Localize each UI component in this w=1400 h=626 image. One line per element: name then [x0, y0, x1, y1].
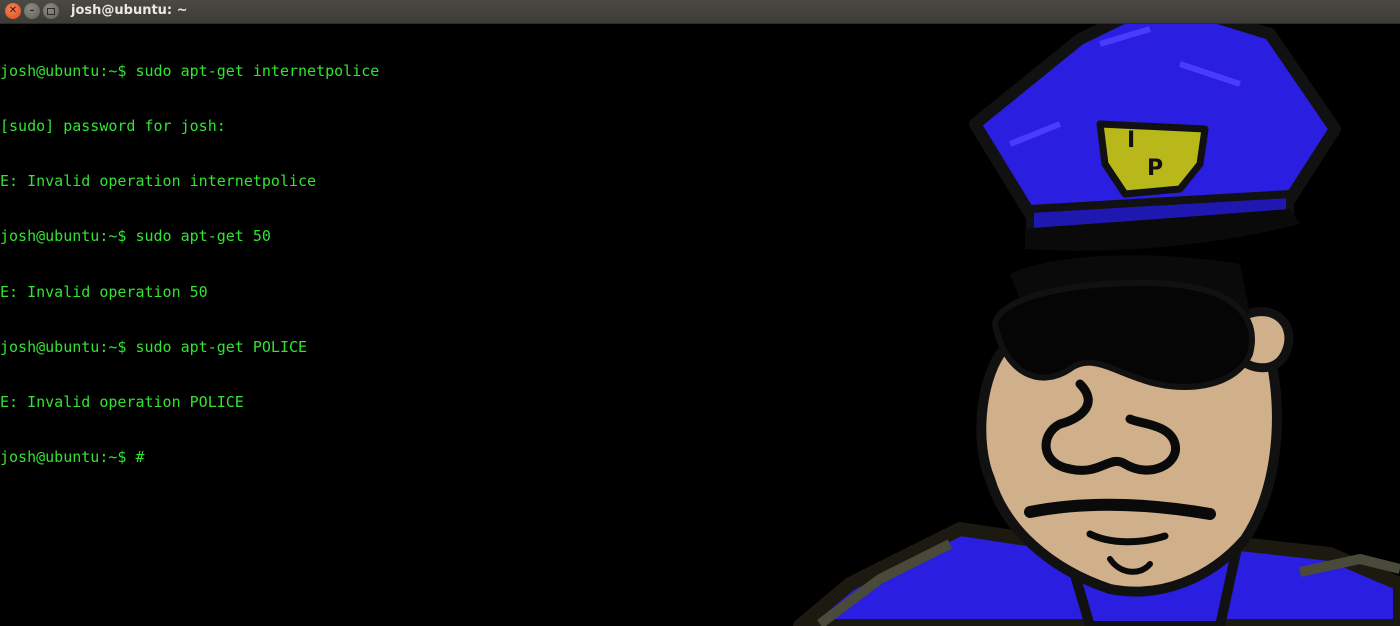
title-bar[interactable]: ✕ – josh@ubuntu: ~ — [0, 0, 1400, 24]
close-icon[interactable]: ✕ — [5, 3, 21, 19]
cap-badge: I P — [1113, 128, 1183, 198]
window-title: josh@ubuntu: ~ — [71, 3, 188, 18]
terminal-line: E: Invalid operation 50 — [0, 282, 208, 301]
terminal-line: E: Invalid operation POLICE — [0, 393, 244, 412]
terminal-line: E: Invalid operation internetpolice — [0, 172, 317, 191]
badge-letter-p: P — [1147, 156, 1164, 181]
terminal-prompt-line[interactable]: josh@ubuntu:~$ # — [0, 448, 379, 466]
terminal-line: josh@ubuntu:~$ sudo apt-get 50 — [0, 227, 271, 246]
minimize-icon[interactable]: – — [24, 3, 40, 19]
maximize-icon[interactable] — [43, 3, 59, 19]
terminal-area[interactable]: I P josh@ubuntu:~$ sudo apt-get internet… — [0, 24, 1400, 626]
terminal-window: ✕ – josh@ubuntu: ~ I P josh@ubuntu:~$ su… — [0, 0, 1400, 626]
terminal-line: josh@ubuntu:~$ sudo apt-get internetpoli… — [0, 61, 380, 80]
badge-letter-i: I — [1127, 128, 1136, 153]
terminal-line: josh@ubuntu:~$ sudo apt-get POLICE — [0, 337, 308, 356]
terminal-output: josh@ubuntu:~$ sudo apt-get internetpoli… — [0, 25, 379, 503]
terminal-line: [sudo] password for josh: — [0, 117, 226, 136]
